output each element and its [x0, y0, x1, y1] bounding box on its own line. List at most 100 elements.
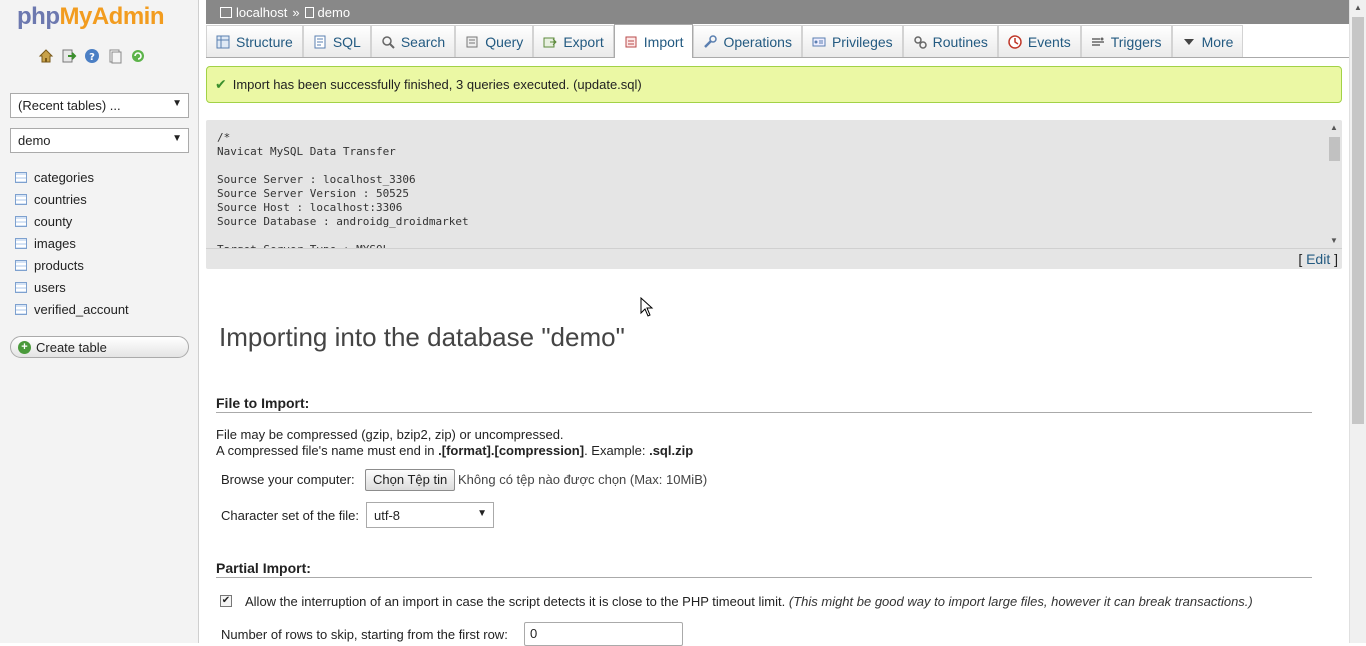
query-icon — [465, 35, 479, 49]
table-icon — [15, 259, 27, 271]
file-name-note-prefix: A compressed file's name must end in — [216, 443, 439, 458]
home-icon[interactable] — [37, 47, 54, 64]
charset-label: Character set of the file: — [221, 508, 360, 523]
tab-label: Import — [643, 33, 684, 50]
table-item[interactable]: county — [15, 210, 129, 232]
tab-events[interactable]: Events — [997, 25, 1081, 57]
success-message: Import has been successfully finished, 3… — [232, 77, 642, 92]
table-item[interactable]: verified_account — [15, 298, 129, 320]
sql-icon — [313, 35, 327, 49]
breadcrumb-database[interactable]: demo — [318, 5, 351, 20]
table-item[interactable]: images — [15, 232, 129, 254]
mouse-cursor-icon — [640, 297, 654, 317]
tab-import[interactable]: Import — [613, 24, 694, 58]
edit-link[interactable]: Edit — [1306, 251, 1330, 267]
logo-part-php: php — [17, 3, 60, 30]
table-name[interactable]: categories — [34, 170, 94, 185]
breadcrumb-separator: » — [292, 4, 300, 20]
chevron-down-icon: ▼ — [172, 133, 182, 144]
create-table-button[interactable]: + Create table — [10, 336, 189, 358]
tab-structure[interactable]: Structure — [206, 25, 303, 57]
tab-search[interactable]: Search — [370, 25, 456, 57]
allow-interrupt-checkbox[interactable]: ✔ — [220, 595, 232, 607]
table-icon — [15, 281, 27, 293]
checkmark-icon: ✔ — [215, 76, 227, 92]
table-name[interactable]: verified_account — [34, 302, 129, 317]
phpmyadmin-logo[interactable]: phpMyAdmin — [17, 3, 164, 31]
recent-tables-value: (Recent tables) ... — [18, 98, 121, 113]
file-name-example-ext: .sql.zip — [649, 443, 694, 458]
table-name[interactable]: county — [34, 214, 72, 229]
tab-operations[interactable]: Operations — [693, 25, 802, 57]
tab-sql[interactable]: SQL — [302, 25, 371, 57]
tab-query[interactable]: Query — [455, 25, 534, 57]
skip-rows-input[interactable]: 0 — [524, 622, 683, 646]
table-icon — [15, 237, 27, 249]
logout-icon[interactable] — [60, 47, 77, 64]
privileges-icon — [812, 35, 826, 49]
structure-icon — [216, 35, 230, 49]
tab-label: Privileges — [831, 33, 893, 50]
tab-more[interactable]: More — [1171, 25, 1244, 57]
database-icon — [304, 6, 314, 18]
breadcrumb: localhost » demo — [206, 0, 1349, 24]
reload-icon[interactable] — [129, 47, 146, 64]
table-icon — [15, 303, 27, 315]
file-name-note: A compressed file's name must end in .[f… — [216, 443, 693, 458]
table-name[interactable]: users — [34, 280, 66, 295]
events-icon — [1008, 34, 1022, 49]
tab-privileges[interactable]: Privileges — [801, 25, 903, 57]
sql-preview-box: /* Navicat MySQL Data Transfer Source Se… — [206, 120, 1342, 269]
table-icon — [15, 215, 27, 227]
charset-value: utf-8 — [374, 508, 401, 523]
search-icon — [381, 35, 395, 49]
import-icon — [624, 35, 638, 49]
tab-label: Operations — [723, 33, 792, 50]
tab-label: Structure — [236, 33, 293, 50]
file-name-example-label: . Example: — [584, 443, 650, 458]
table-item[interactable]: users — [15, 276, 129, 298]
table-item[interactable]: countries — [15, 188, 129, 210]
tab-routines[interactable]: Routines — [902, 25, 998, 57]
charset-select[interactable]: utf-8 ▼ — [366, 502, 494, 528]
table-item[interactable]: products — [15, 254, 129, 276]
table-name[interactable]: images — [34, 236, 76, 251]
table-item[interactable]: categories — [15, 166, 129, 188]
svg-text:?: ? — [89, 52, 95, 63]
logo-part-myadmin: MyAdmin — [59, 3, 164, 30]
file-status-text: Không có tệp nào được chọn (Max: 10MiB) — [458, 472, 708, 487]
tab-triggers[interactable]: Triggers — [1080, 25, 1172, 57]
scroll-up-icon[interactable]: ▲ — [1354, 3, 1362, 12]
success-notice: ✔ Import has been successfully finished,… — [206, 66, 1342, 103]
docs-icon[interactable] — [106, 47, 123, 64]
page-scrollbar[interactable]: ▲ — [1349, 0, 1366, 643]
sql-preview-code[interactable]: /* Navicat MySQL Data Transfer Source Se… — [206, 120, 1326, 248]
tab-label: Search — [400, 33, 446, 50]
partial-import-heading: Partial Import: — [216, 560, 1312, 578]
scroll-down-icon[interactable]: ▼ — [1330, 236, 1338, 245]
edit-bracket-close: ] — [1334, 251, 1338, 267]
help-icon[interactable]: ? — [83, 47, 100, 64]
sql-preview-divider — [206, 248, 1342, 249]
page-title: Importing into the database "demo" — [219, 322, 625, 352]
file-name-format: .[format].[compression] — [438, 443, 585, 458]
file-to-import-heading: File to Import: — [216, 395, 1312, 413]
recent-tables-select[interactable]: (Recent tables) ... ▼ — [10, 93, 189, 118]
sql-preview-scrollbar[interactable]: ▲ ▼ — [1327, 120, 1341, 248]
table-icon — [15, 171, 27, 183]
scroll-thumb[interactable] — [1329, 137, 1340, 161]
plus-icon: + — [18, 340, 31, 354]
tab-label: Routines — [932, 33, 988, 50]
scroll-up-icon[interactable]: ▲ — [1330, 123, 1338, 132]
breadcrumb-server[interactable]: localhost — [236, 5, 287, 20]
choose-file-button[interactable]: Chọn Tệp tin — [365, 469, 456, 491]
tab-label: More — [1201, 33, 1234, 50]
table-icon — [15, 193, 27, 205]
database-select[interactable]: demo ▼ — [10, 128, 189, 153]
navigation-panel: phpMyAdmin ? (Recent tables) ... ▼ demo … — [0, 0, 199, 643]
table-name[interactable]: countries — [34, 192, 87, 207]
tab-export[interactable]: Export — [533, 25, 614, 57]
table-name[interactable]: products — [34, 258, 84, 273]
page-scroll-thumb[interactable] — [1352, 17, 1364, 424]
triggers-icon — [1091, 35, 1105, 49]
